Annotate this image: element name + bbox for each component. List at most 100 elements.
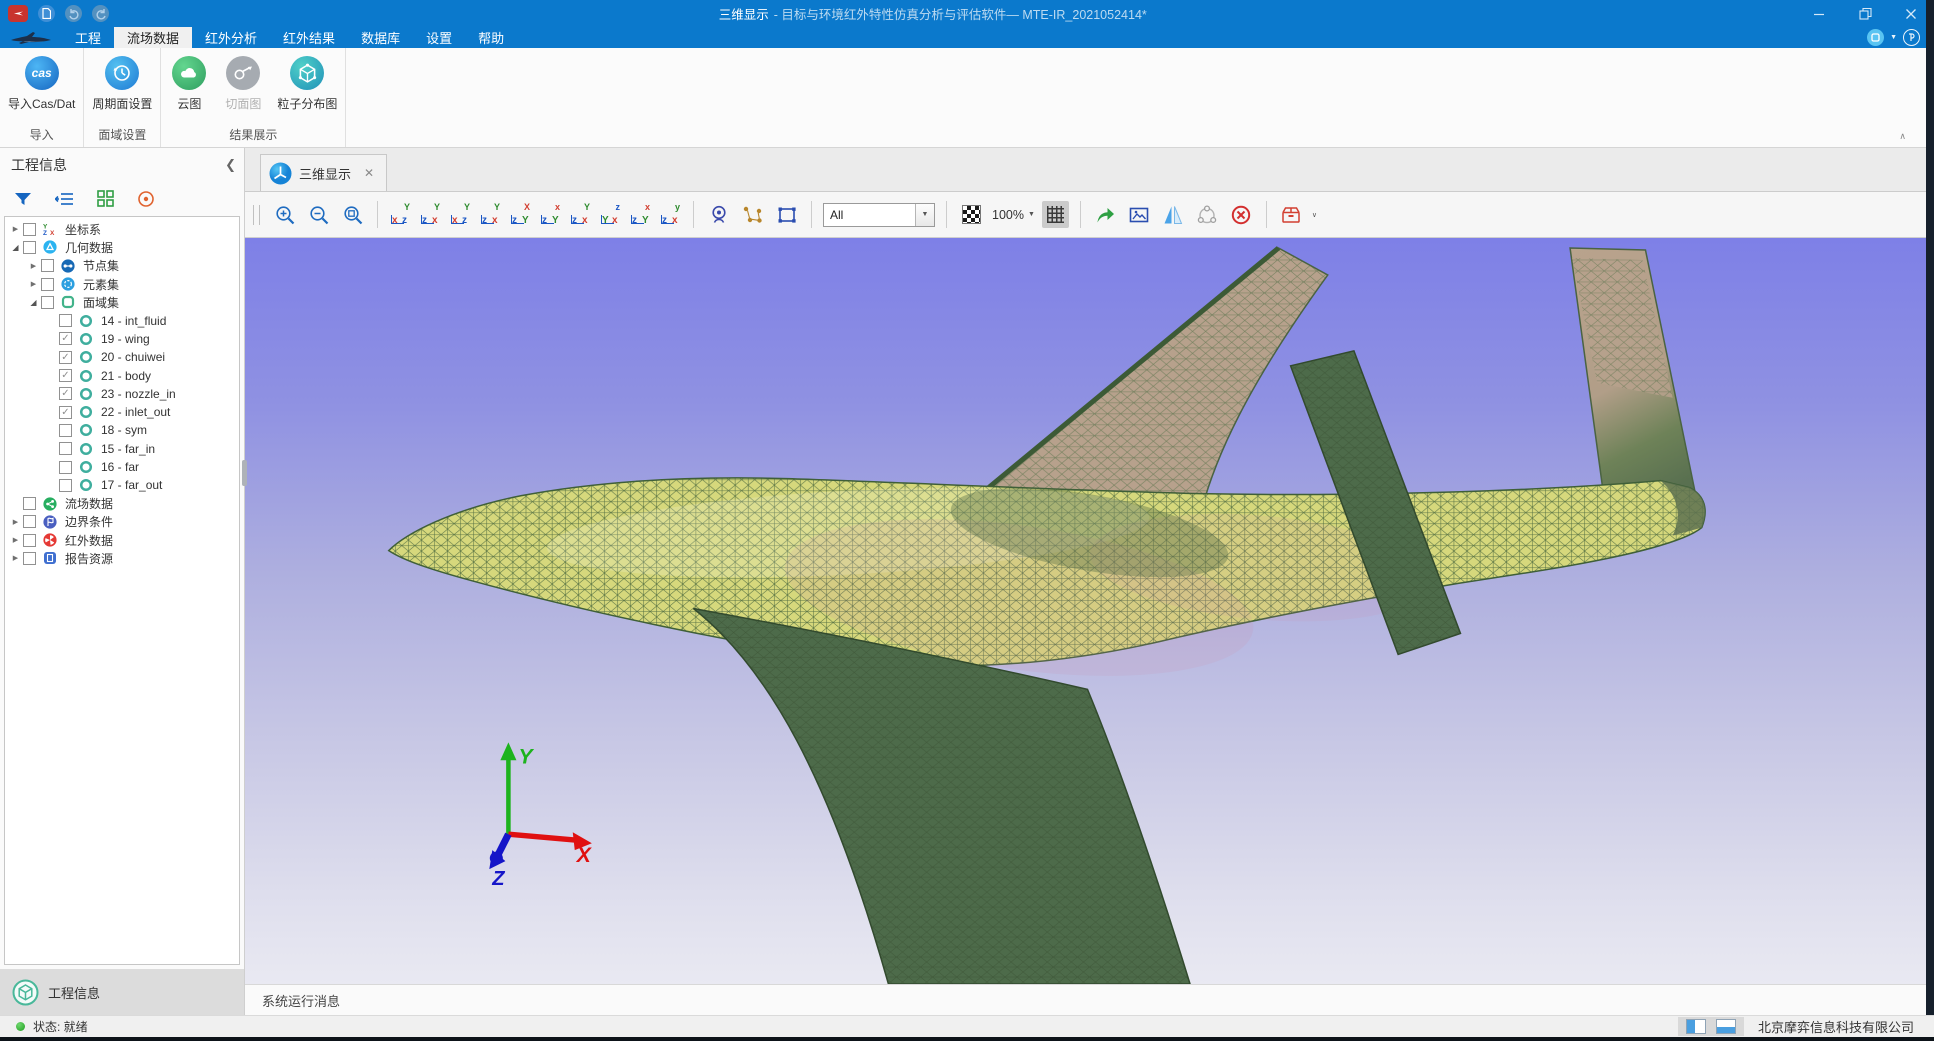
redo-button[interactable] <box>92 5 109 22</box>
ribbon-collapse-icon[interactable]: ∧ <box>1899 131 1906 142</box>
layout-bottom-panel-icon[interactable] <box>1716 1019 1736 1034</box>
tree-expander-icon[interactable]: ▶ <box>9 536 22 544</box>
tree-item[interactable]: ✓19 - wing <box>5 330 239 348</box>
tree-checkbox[interactable] <box>23 241 36 254</box>
cancel-icon[interactable] <box>1228 201 1255 228</box>
menu-item-6[interactable]: 设置 <box>413 27 465 48</box>
ribbon-button-cas[interactable]: cas导入Cas/Dat <box>2 52 81 114</box>
tree-expander-icon[interactable]: ◢ <box>27 298 40 307</box>
view-orientation-icon-1[interactable]: xzY <box>389 203 412 226</box>
tree-item[interactable]: ✓23 - nozzle_in <box>5 385 239 403</box>
layout-left-panel-icon[interactable] <box>1686 1019 1706 1034</box>
mesh-grid-toggle[interactable] <box>1042 201 1069 228</box>
view-orientation-icon-5[interactable]: zYX <box>509 203 532 226</box>
locate-target-icon[interactable] <box>136 189 156 209</box>
view-orientation-icon-4[interactable]: zxY <box>479 203 502 226</box>
screenshot-image-icon[interactable] <box>1126 201 1153 228</box>
tree-checkbox[interactable]: ✓ <box>59 387 72 400</box>
tree-expander-icon[interactable]: ▶ <box>9 225 22 233</box>
tree-item[interactable]: 16 - far <box>5 458 239 476</box>
undo-button[interactable] <box>65 5 82 22</box>
menu-item-4[interactable]: 红外结果 <box>270 27 348 48</box>
tree-checkbox[interactable] <box>59 479 72 492</box>
minimize-button[interactable] <box>1796 0 1842 27</box>
view-orientation-icon-8[interactable]: Yxz <box>599 203 622 226</box>
tree-checkbox[interactable] <box>59 461 72 474</box>
tree-expander-icon[interactable]: ▶ <box>27 262 40 270</box>
ribbon-button-clock[interactable]: 周期面设置 <box>86 52 158 114</box>
tree-expander-icon[interactable]: ▶ <box>9 554 22 562</box>
tree-checkbox[interactable] <box>59 442 72 455</box>
app-menu-button[interactable] <box>8 5 28 22</box>
grid-view-icon[interactable] <box>95 189 115 209</box>
export-arrow-icon[interactable] <box>1092 201 1119 228</box>
splitter-grip[interactable] <box>242 460 247 486</box>
tree-checkbox[interactable] <box>23 534 36 547</box>
tree-expander-icon[interactable]: ▶ <box>9 518 22 526</box>
view-orientation-icon-7[interactable]: zxY <box>569 203 592 226</box>
combo-dropdown-icon[interactable]: ▼ <box>915 204 934 226</box>
tree-checkbox[interactable] <box>23 223 36 236</box>
tree-checkbox[interactable]: ✓ <box>59 332 72 345</box>
share-nodes-icon[interactable] <box>1194 201 1221 228</box>
tree-item[interactable]: 15 - far_in <box>5 440 239 458</box>
tree-item[interactable]: ▶元素集 <box>5 275 239 293</box>
tree-checkbox[interactable] <box>41 278 54 291</box>
about-icon[interactable] <box>1903 29 1920 46</box>
tree-item[interactable]: ✓22 - inlet_out <box>5 403 239 421</box>
tree-item[interactable]: ✓20 - chuiwei <box>5 348 239 366</box>
ribbon-button-particles[interactable]: 粒子分布图 <box>271 52 343 114</box>
ribbon-button-cloud[interactable]: 云图 <box>163 52 215 114</box>
view-orientation-icon-10[interactable]: zxy <box>659 203 682 226</box>
project-panel-footer[interactable]: 工程信息 <box>0 969 244 1015</box>
tree-item[interactable]: 18 - sym <box>5 421 239 439</box>
tab-3d-display[interactable]: 三维显示 ✕ <box>260 154 387 191</box>
view-orientation-icon-2[interactable]: zxY <box>419 203 442 226</box>
tree-checkbox[interactable] <box>41 259 54 272</box>
tree-item[interactable]: ▶边界条件 <box>5 513 239 531</box>
toolbar-grip[interactable] <box>253 205 260 225</box>
archive-dropdown-caret-icon[interactable]: ∨ <box>1312 211 1317 219</box>
tree-item[interactable]: ◢面域集 <box>5 293 239 311</box>
view-orientation-icon-3[interactable]: xzY <box>449 203 472 226</box>
new-document-button[interactable] <box>38 5 55 22</box>
panel-collapse-icon[interactable]: ❮ <box>225 157 236 173</box>
tree-item[interactable]: ▶YZX坐标系 <box>5 220 239 238</box>
zoom-in-icon[interactable] <box>271 201 298 228</box>
menu-item-1[interactable]: 工程 <box>62 27 114 48</box>
tree-item[interactable]: ◢几何数据 <box>5 238 239 256</box>
tree-checkbox[interactable] <box>41 296 54 309</box>
tree-expander-icon[interactable]: ▶ <box>27 280 40 288</box>
tree-checkbox[interactable] <box>23 497 36 510</box>
menu-item-3[interactable]: 红外分析 <box>192 27 270 48</box>
maximize-button[interactable] <box>1842 0 1888 27</box>
view-orientation-icon-9[interactable]: zYx <box>629 203 652 226</box>
camera-view-icon[interactable] <box>705 201 732 228</box>
tab-close-icon[interactable]: ✕ <box>364 166 374 180</box>
tree-item[interactable]: ✓21 - body <box>5 366 239 384</box>
tree-checkbox[interactable]: ✓ <box>59 406 72 419</box>
zoom-out-icon[interactable] <box>305 201 332 228</box>
tree-checkbox[interactable] <box>59 424 72 437</box>
tree-checkbox[interactable]: ✓ <box>59 369 72 382</box>
tree-checkbox[interactable] <box>23 515 36 528</box>
tree-item[interactable]: ▶节点集 <box>5 257 239 275</box>
skin-dropdown-caret-icon[interactable]: ▼ <box>1890 34 1897 41</box>
tree-item[interactable]: ▶报告资源 <box>5 549 239 567</box>
view-orientation-icon-6[interactable]: zYx <box>539 203 562 226</box>
list-outline-icon[interactable] <box>54 189 74 209</box>
filter-icon[interactable] <box>13 189 33 209</box>
menu-item-5[interactable]: 数据库 <box>348 27 413 48</box>
skin-icon[interactable] <box>1867 29 1884 46</box>
tree-item[interactable]: 14 - int_fluid <box>5 311 239 329</box>
tree-checkbox[interactable]: ✓ <box>59 351 72 364</box>
mirror-icon[interactable] <box>1160 201 1187 228</box>
menu-item-7[interactable]: 帮助 <box>465 27 517 48</box>
viewport-3d[interactable]: Y X Z <box>245 238 1934 984</box>
tree-item[interactable]: ▶红外数据 <box>5 531 239 549</box>
particle-nodes-icon[interactable] <box>739 201 766 228</box>
tree-checkbox[interactable] <box>23 552 36 565</box>
tree-expander-icon[interactable]: ◢ <box>9 243 22 252</box>
archive-box-icon[interactable] <box>1278 201 1305 228</box>
display-filter-combobox[interactable]: All ▼ <box>823 203 935 227</box>
